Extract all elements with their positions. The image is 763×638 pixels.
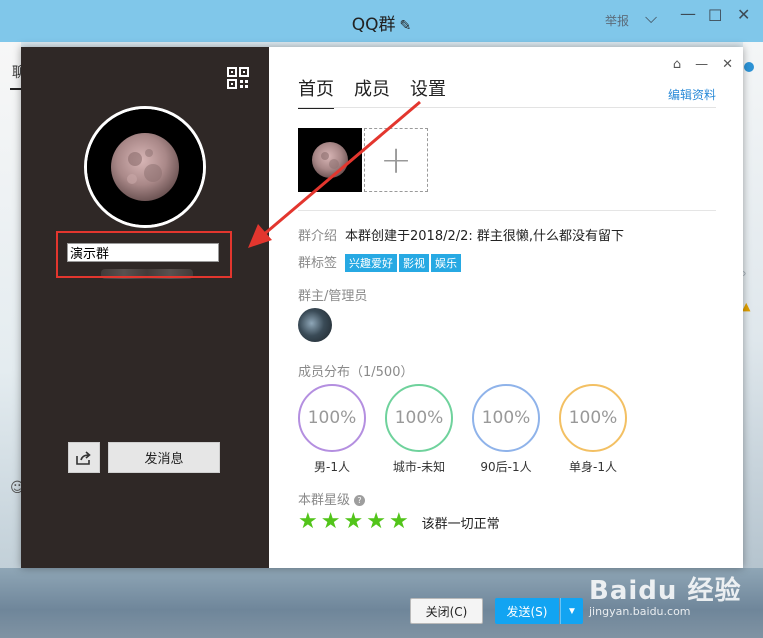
close-icon[interactable]: ✕ xyxy=(722,57,733,72)
chat-right-strip xyxy=(743,42,763,638)
group-avatar[interactable] xyxy=(84,106,206,228)
tag-hobby[interactable]: 兴趣爱好 xyxy=(345,254,398,272)
relationship-label: 单身-1人 xyxy=(569,460,617,474)
close-button[interactable]: 关闭(C) xyxy=(410,598,483,624)
relationship-circle: 100% xyxy=(559,384,627,452)
send-options-chevron-icon[interactable]: ▼ xyxy=(560,598,583,624)
maximize-icon[interactable]: ☐ xyxy=(708,6,722,25)
add-photo-button[interactable]: + xyxy=(364,128,428,192)
pin-icon[interactable]: ⌂ xyxy=(673,57,681,72)
minimize-icon[interactable]: — xyxy=(695,57,708,72)
city-circle: 100% xyxy=(385,384,453,452)
group-photo-thumbnail[interactable] xyxy=(298,128,362,192)
dropdown-icon[interactable]: ⌵ xyxy=(645,8,657,28)
plus-icon: + xyxy=(380,138,412,182)
status-dot-icon xyxy=(744,62,754,72)
dialog-window-controls: ⌂ — ✕ xyxy=(673,57,733,72)
rating-text: 该群一切正常 xyxy=(421,516,500,532)
city-label: 城市-未知 xyxy=(392,460,446,474)
close-icon[interactable]: ✕ xyxy=(737,5,750,24)
group-profile-pane: 发消息 xyxy=(21,47,269,568)
tab-settings[interactable]: 设置 xyxy=(410,75,446,109)
send-message-button[interactable]: 发消息 xyxy=(108,442,220,473)
intro-text: 本群创建于2018/2/2: 群主很懒,什么都没有留下 xyxy=(345,229,625,244)
report-button[interactable]: 举报 xyxy=(605,12,629,29)
tab-home[interactable]: 首页 xyxy=(298,75,334,109)
admins-label: 群主/管理员 xyxy=(298,289,368,304)
watermark-main: Baidu 经验 xyxy=(589,576,742,606)
tag-entertainment[interactable]: 娱乐 xyxy=(431,254,462,272)
distribution-gender: 100% 男-1人 xyxy=(298,384,366,475)
tag-film[interactable]: 影视 xyxy=(399,254,430,272)
title-bar: QQ群 ✎ 举报 ⌵ — ☐ ✕ xyxy=(0,0,763,42)
dialog-tabs: 首页 成员 设置 xyxy=(298,75,446,109)
age-label: 90后-1人 xyxy=(480,460,532,474)
gender-circle: 100% xyxy=(298,384,366,452)
share-icon xyxy=(76,450,91,465)
star-icon: ★ xyxy=(343,509,364,534)
intro-label: 群介绍 xyxy=(298,229,338,244)
admin-avatar[interactable] xyxy=(298,308,332,342)
star-icon: ★ xyxy=(388,509,409,534)
gender-label: 男-1人 xyxy=(314,460,350,474)
section-divider xyxy=(298,210,716,211)
star-icon: ★ xyxy=(298,509,318,534)
chat-left-strip xyxy=(0,42,21,638)
tab-members[interactable]: 成员 xyxy=(354,75,390,109)
rating-label-row: 本群星级? xyxy=(298,489,366,508)
baidu-watermark: Baidu 经验 jingyan.baidu.com xyxy=(589,570,741,618)
help-icon[interactable]: ? xyxy=(354,495,366,506)
share-button[interactable] xyxy=(68,442,100,473)
minimize-icon[interactable]: — xyxy=(680,4,696,23)
distribution-city: 100% 城市-未知 xyxy=(385,384,453,475)
send-button[interactable]: 发送(S) xyxy=(495,598,559,624)
bell-icon[interactable]: ▲ xyxy=(742,300,750,313)
qr-code-icon[interactable] xyxy=(227,67,249,89)
group-tags-row: 群标签 兴趣爱好 影视 娱乐 xyxy=(298,252,463,272)
group-info-dialog: 发消息 ⌂ — ✕ 首页 成员 设置 编辑资料 xyxy=(21,47,743,568)
star-icon: ★ xyxy=(366,509,386,534)
edit-profile-link[interactable]: 编辑资料 xyxy=(668,86,716,103)
distribution-label: 成员分布（1/500） xyxy=(298,365,414,380)
edit-title-icon[interactable]: ✎ xyxy=(400,18,412,34)
group-detail-pane: ⌂ — ✕ 首页 成员 设置 编辑资料 + 群介绍 本群创建于2018/2/2:… xyxy=(269,47,743,568)
rating-label: 本群星级 xyxy=(298,493,351,508)
age-circle: 100% xyxy=(472,384,540,452)
tags-label: 群标签 xyxy=(298,256,338,271)
distribution-relationship: 100% 单身-1人 xyxy=(559,384,627,475)
tabs-divider xyxy=(298,107,716,108)
group-intro-row: 群介绍 本群创建于2018/2/2: 群主很懒,什么都没有留下 xyxy=(298,225,624,244)
star-icon: ★ xyxy=(320,509,341,534)
annotation-highlight-box xyxy=(56,231,232,278)
rating-stars: ★ ★ ★ ★ ★ 该群一切正常 xyxy=(298,511,500,533)
distribution-age: 100% 90后-1人 xyxy=(472,384,540,475)
